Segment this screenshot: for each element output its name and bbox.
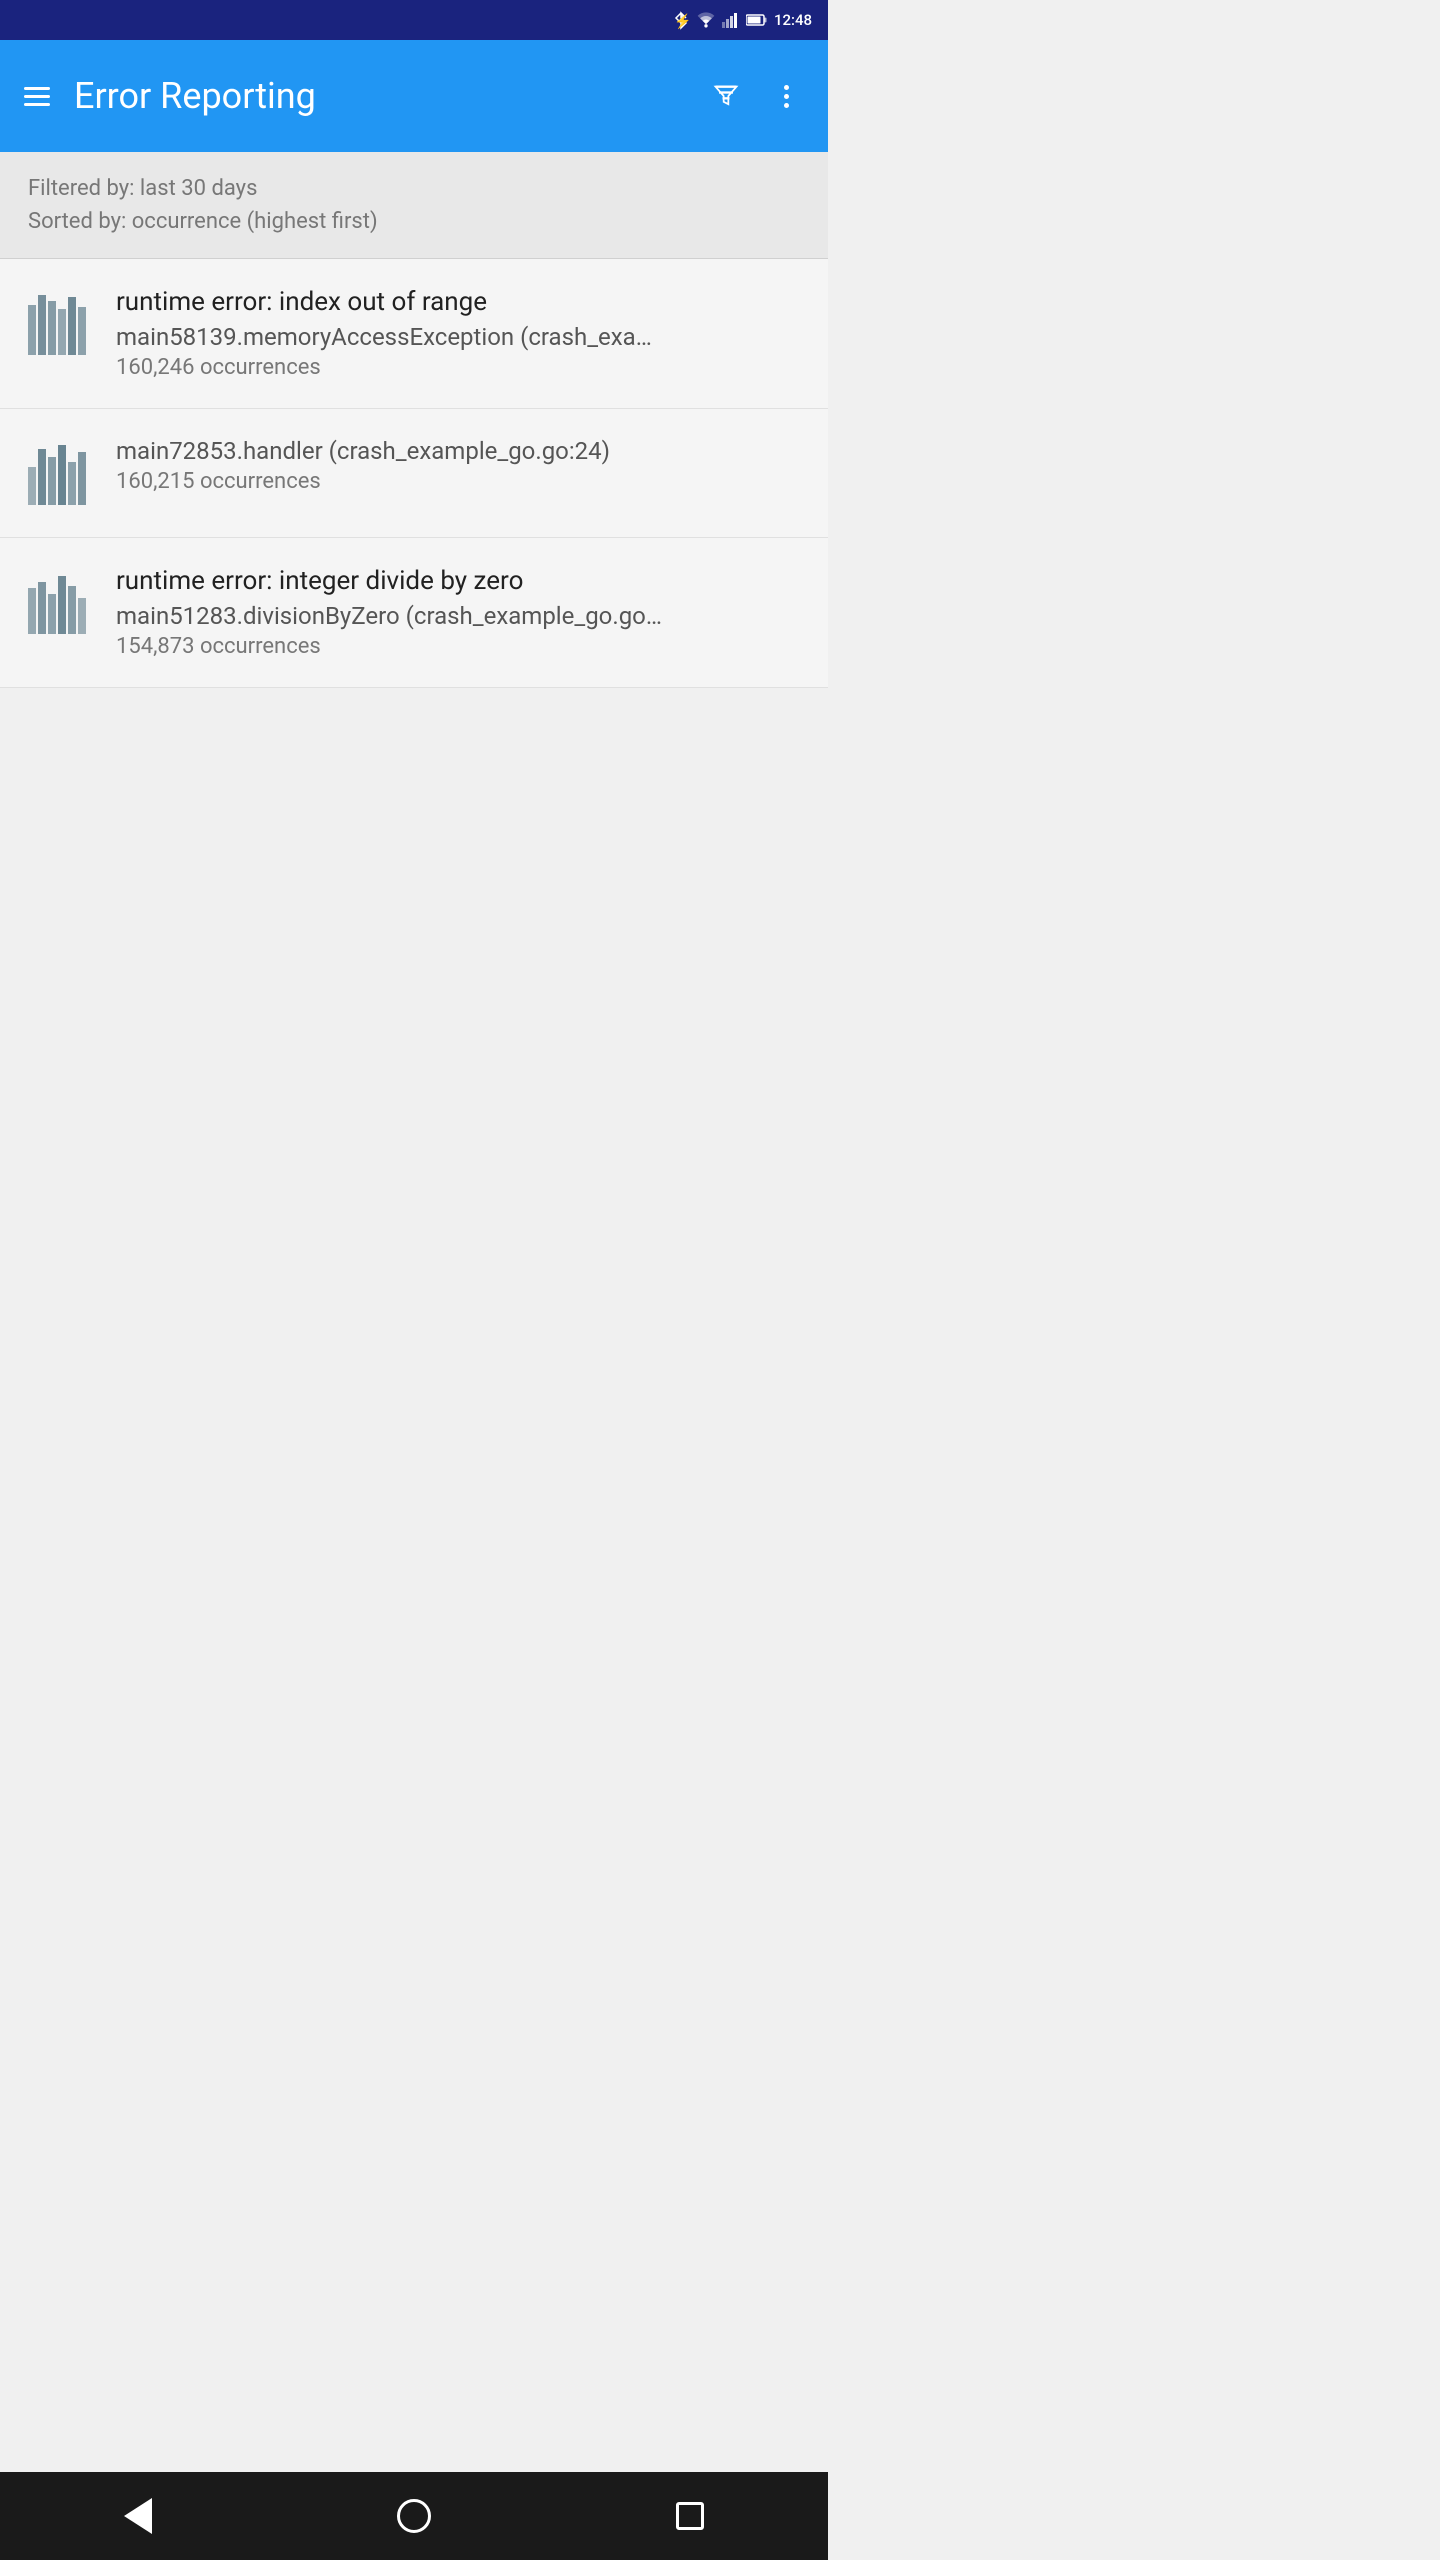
error-content: runtime error: index out of range main58… xyxy=(116,287,804,380)
filter-line1: Filtered by: last 30 days xyxy=(28,172,800,205)
error-count: 154,873 occurrences xyxy=(116,634,804,659)
app-bar-actions xyxy=(700,70,812,122)
filter-button[interactable] xyxy=(700,70,752,122)
more-options-button[interactable] xyxy=(760,70,812,122)
filter-info-bar: Filtered by: last 30 days Sorted by: occ… xyxy=(0,152,828,259)
error-count: 160,215 occurrences xyxy=(116,469,804,494)
error-item[interactable]: runtime error: index out of range main58… xyxy=(0,259,828,409)
error-item[interactable]: main72853.handler (crash_example_go.go:2… xyxy=(0,409,828,538)
hamburger-menu-button[interactable] xyxy=(16,79,58,114)
error-detail: main72853.handler (crash_example_go.go:2… xyxy=(116,437,676,465)
error-count: 160,246 occurrences xyxy=(116,355,804,380)
recents-icon xyxy=(676,2502,704,2530)
filter-line2: Sorted by: occurrence (highest first) xyxy=(28,205,800,238)
error-item[interactable]: runtime error: integer divide by zero ma… xyxy=(0,538,828,688)
error-detail: main58139.memoryAccessException (crash_e… xyxy=(116,323,676,351)
bottom-nav xyxy=(0,2472,828,2560)
status-time: 12:48 xyxy=(774,11,812,29)
error-chart-icon xyxy=(24,287,96,359)
home-icon xyxy=(397,2499,431,2533)
home-button[interactable] xyxy=(384,2486,444,2546)
status-icons: ⚡ 12:48 xyxy=(674,10,812,30)
error-content: runtime error: integer divide by zero ma… xyxy=(116,566,804,659)
app-bar: Error Reporting xyxy=(0,40,828,152)
app-title: Error Reporting xyxy=(74,75,684,117)
signal-icon xyxy=(722,12,740,28)
error-title: runtime error: integer divide by zero xyxy=(116,566,804,596)
error-list: runtime error: index out of range main58… xyxy=(0,259,828,688)
filter-icon xyxy=(712,82,740,110)
wifi-icon xyxy=(696,12,716,28)
bluetooth-icon: ⚡ xyxy=(674,10,690,30)
more-dots-icon xyxy=(784,85,789,108)
error-chart-icon xyxy=(24,437,96,509)
back-icon xyxy=(124,2498,152,2534)
error-detail: main51283.divisionByZero (crash_example_… xyxy=(116,602,676,630)
svg-text:⚡: ⚡ xyxy=(674,13,690,30)
recents-button[interactable] xyxy=(660,2486,720,2546)
error-content: main72853.handler (crash_example_go.go:2… xyxy=(116,437,804,494)
status-bar: ⚡ 12:48 xyxy=(0,0,828,40)
error-title: runtime error: index out of range xyxy=(116,287,804,317)
battery-icon xyxy=(746,13,768,27)
back-button[interactable] xyxy=(108,2486,168,2546)
error-chart-icon xyxy=(24,566,96,638)
